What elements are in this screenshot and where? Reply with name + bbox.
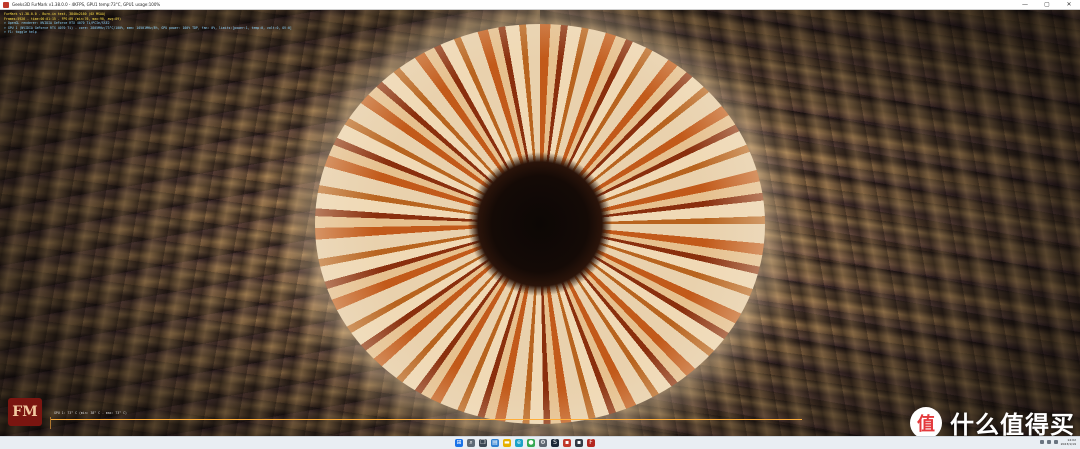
fur-eye-render	[315, 24, 765, 424]
minimize-button[interactable]: —	[1014, 0, 1036, 10]
watermark-text: 什么值得买	[950, 411, 1075, 439]
steam-icon[interactable]: S	[551, 439, 559, 447]
volume-icon[interactable]	[1053, 440, 1058, 444]
settings-icon[interactable]: ⚙	[539, 439, 547, 447]
edge-icon[interactable]: e	[515, 439, 523, 447]
taskbar-icons: ⊞ ⌕ ❐ ▤ ▬ e ● ⚙ S ▪ ▪ F	[455, 439, 595, 447]
furmark-app-icon	[3, 1, 9, 8]
gpu-temp-graph	[50, 417, 802, 429]
taskbar: ⊞ ⌕ ❐ ▤ ▬ e ● ⚙ S ▪ ▪ F 14:02 2023/1/19	[0, 436, 1080, 449]
close-button[interactable]: ✕	[1058, 0, 1080, 10]
system-tray: 14:02 2023/1/19	[1039, 438, 1076, 446]
smzdm-logo-icon: 值	[910, 406, 942, 439]
file-explorer-icon[interactable]: ▬	[503, 439, 511, 447]
maximize-button[interactable]: ▢	[1036, 0, 1058, 10]
temp-graph-line	[51, 419, 802, 420]
window-controls: — ▢ ✕	[1014, 0, 1080, 10]
app-icon-dark[interactable]: ▪	[575, 439, 583, 447]
render-viewport[interactable]	[0, 10, 1080, 436]
search-icon[interactable]: ⌕	[467, 439, 475, 447]
task-view-icon[interactable]: ❐	[479, 439, 487, 447]
windows-start-icon[interactable]: ⊞	[455, 439, 463, 447]
window-titlebar[interactable]: Geeks3D FurMark v1.38.0.0 - 4KFPS, GPU1 …	[0, 0, 1080, 10]
benchmark-overlay: FurMark v1.38.0.0 - Burn-in test, 3840x2…	[4, 12, 292, 35]
tray-chevron-icon[interactable]	[1039, 440, 1044, 444]
overlay-help-line: > F1: toggle help	[4, 30, 37, 35]
watermark: 值 什么值得买	[910, 405, 1075, 440]
tray-clock[interactable]: 14:02 2023/1/19	[1061, 438, 1076, 446]
app-icon-red[interactable]: ▪	[563, 439, 571, 447]
furmark-icon[interactable]: F	[587, 439, 595, 447]
gpu-temp-label: GPU 1: 73° C (min: 38° C - max: 73° C)	[54, 411, 127, 415]
window-title: Geeks3D FurMark v1.38.0.0 - 4KFPS, GPU1 …	[12, 2, 161, 7]
widgets-icon[interactable]: ▤	[491, 439, 499, 447]
network-icon[interactable]	[1046, 440, 1051, 444]
furmark-logo-icon: FM	[8, 398, 42, 426]
chrome-icon[interactable]: ●	[527, 439, 535, 447]
tray-date: 2023/1/19	[1060, 442, 1076, 446]
overlay-gpu-line: > GPU 1 (NVIDIA GeForce RTX 4070 Ti) - c…	[4, 25, 292, 30]
